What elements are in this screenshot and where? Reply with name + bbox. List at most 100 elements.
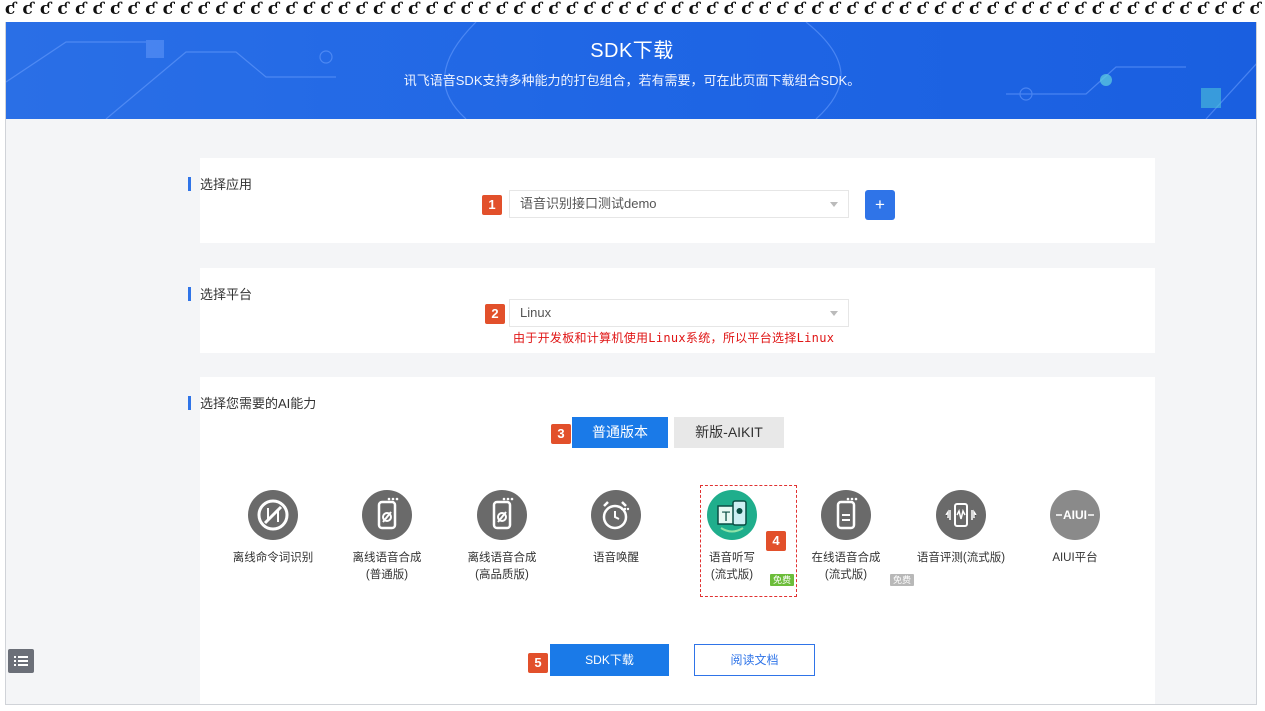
spiral-ring: ƈ [776,0,787,19]
spiral-ring: ƈ [793,0,805,19]
spiral-ring: ƈ [478,0,489,19]
spiral-ring: ƈ [425,0,436,19]
spiral-ring: ƈ [688,0,699,19]
spiral-ring: ƈ [267,0,279,19]
speech-evaluation-icon [936,490,986,540]
platform-annotation: 由于开发板和计算机使用Linux系统，所以平台选择Linux [513,331,835,345]
spiral-ring: ƈ [671,0,682,19]
spiral-ring: ƈ [1039,0,1050,19]
spiral-ring: ƈ [408,0,419,19]
svg-text:AIUI: AIUI [1063,508,1087,522]
spiral-ring: ƈ [1232,0,1243,19]
step-badge-4: 4 [766,531,786,551]
capability-label: AIUI平台 [1052,552,1098,564]
step-badge-1: 1 [482,195,502,215]
capability-label: 离线命令词识别 [232,552,314,564]
spiral-ring: ƈ [1126,0,1138,19]
tab-aikit-version[interactable]: 新版-AIKIT [674,417,784,448]
spiral-ring: ƈ [916,0,927,19]
spiral-ring: ƈ [706,0,717,19]
select-platform-heading-text: 选择平台 [200,287,253,302]
capability-offline-command[interactable]: 离线命令词识别 [218,490,328,567]
dictation-icon: T [707,490,757,540]
spiral-ring: ƈ [881,0,892,19]
spiral-ring: ƈ [443,0,454,19]
spiral-ring: ƈ [57,0,68,19]
select-app-card: 选择应用 1 语音识别接口测试demo + [188,158,1155,243]
spiral-ring: ƈ [197,0,209,19]
select-app-heading: 选择应用 [188,174,252,193]
spiral-ring: ƈ [390,0,401,19]
capability-sublabel: (普通版) [365,569,409,581]
capability-speech-evaluation[interactable]: 语音评测(流式版) [906,490,1016,567]
step-badge-2: 2 [485,304,505,324]
chevron-down-icon [830,311,838,316]
app-select[interactable]: 语音识别接口测试demo [509,190,849,218]
capability-aiui[interactable]: AIUI AIUI平台 [1020,490,1130,567]
spiral-ring: ƈ [828,0,840,19]
spiral-ring: ƈ [1249,0,1260,19]
platform-select-value: Linux [520,305,552,320]
capability-sublabel: (高品质版) [475,569,529,581]
side-menu-toggle[interactable] [8,649,34,673]
capability-offline-tts[interactable]: 离线语音合成 (普通版) [332,490,442,584]
offline-tts-icon [362,490,412,540]
spiral-ring: ƈ [250,0,261,19]
notebook-spiral-decoration: ƈƈƈƈƈƈƈƈƈƈƈƈƈƈƈƈƈƈƈƈƈƈƈƈƈƈƈƈƈƈƈƈƈƈƈƈƈƈƈƈ… [0,0,1265,22]
capability-wakeup[interactable]: 语音唤醒 [561,490,671,567]
read-docs-button[interactable]: 阅读文档 [694,644,815,676]
spiral-ring: ƈ [846,0,857,19]
spiral-ring: ƈ [1074,0,1085,19]
capability-sublabel: (流式版) [824,569,868,581]
spiral-ring: ƈ [1214,0,1225,19]
svg-text:T: T [722,508,731,524]
capability-online-tts[interactable]: 在线语音合成 (流式版) [791,490,901,584]
select-platform-card: 选择平台 2 Linux 由于开发板和计算机使用Linux系统，所以平台选择Li… [188,268,1155,353]
step-badge-5: 5 [528,653,548,673]
spiral-ring: ƈ [898,0,910,19]
spiral-ring: ƈ [863,0,875,19]
spiral-ring: ƈ [1109,0,1120,19]
spiral-ring: ƈ [460,0,471,19]
platform-select[interactable]: Linux [509,299,849,327]
heading-accent-bar [188,395,191,410]
spiral-ring: ƈ [618,0,629,19]
capability-label: 语音听写 [709,552,755,564]
spiral-ring: ƈ [145,0,156,19]
tab-standard-version[interactable]: 普通版本 [572,417,668,448]
wakeup-alarm-icon [591,490,641,540]
spiral-ring: ƈ [1091,0,1103,19]
spiral-ring: ƈ [162,0,173,19]
heading-accent-bar [188,176,191,191]
spiral-ring: ƈ [337,0,349,19]
spiral-ring: ƈ [232,0,244,19]
spiral-ring: ƈ [653,0,664,19]
add-app-button[interactable]: + [865,190,895,220]
spiral-ring: ƈ [215,0,226,19]
page-frame: SDK下载 讯飞语音SDK支持多种能力的打包组合，若有需要，可在此页面下载组合S… [5,22,1257,705]
select-ability-heading: 选择您需要的AI能力 [188,393,316,412]
spiral-ring: ƈ [372,0,384,19]
select-ability-card: 选择您需要的AI能力 3 普通版本 新版-AIKIT 离线命令词识别 离线语音合… [188,377,1155,704]
capability-label: 离线语音合成 [352,552,422,564]
spiral-ring: ƈ [530,0,542,19]
spiral-ring: ƈ [741,0,752,19]
spiral-ring: ƈ [1196,0,1208,19]
spiral-ring: ƈ [285,0,296,19]
capability-label: 在线语音合成 [811,552,881,564]
spiral-ring: ƈ [583,0,594,19]
sdk-download-button[interactable]: SDK下载 [550,644,669,676]
spiral-ring: ƈ [355,0,366,19]
spiral-ring: ƈ [513,0,524,19]
online-tts-icon [821,490,871,540]
spiral-ring: ƈ [723,0,734,19]
select-platform-heading: 选择平台 [188,284,252,303]
spiral-ring: ƈ [548,0,559,19]
spiral-ring: ƈ [22,0,33,19]
spiral-ring: ƈ [320,0,331,19]
capability-offline-tts-hq[interactable]: 离线语音合成 (高品质版) [447,490,557,584]
spiral-ring: ƈ [933,0,945,19]
spiral-ring: ƈ [758,0,770,19]
capability-label: 语音唤醒 [593,552,639,564]
spiral-ring: ƈ [92,0,103,19]
